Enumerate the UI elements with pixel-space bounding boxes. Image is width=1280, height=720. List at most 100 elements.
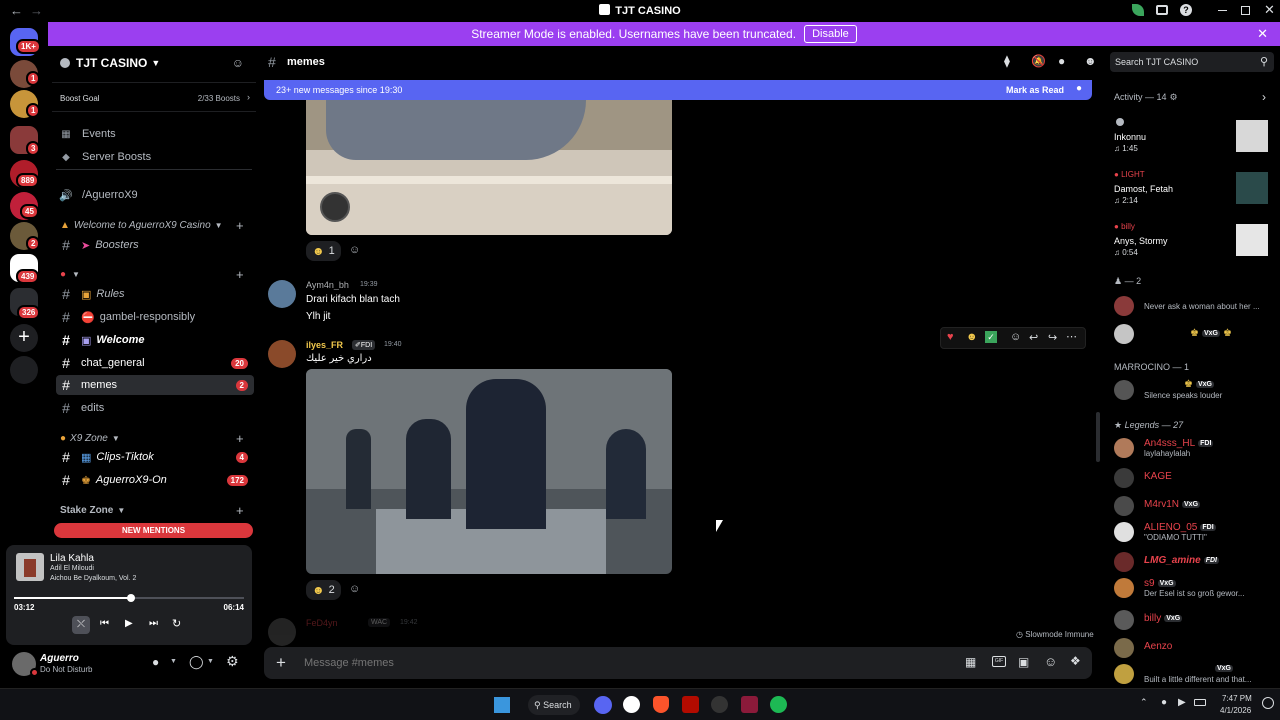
channel-chat-general[interactable]: # chat_general 20 <box>56 353 254 373</box>
add-channel-icon[interactable]: + <box>236 431 244 446</box>
user-name[interactable]: Aguerro <box>40 653 79 664</box>
activity-header[interactable]: Activity — 14 ⚙ <box>1114 92 1178 103</box>
wifi-icon[interactable]: ● <box>1161 697 1167 708</box>
add-server-icon[interactable]: + <box>10 324 38 352</box>
discord-taskbar-icon[interactable] <box>594 696 612 714</box>
member-6[interactable]: M4rv1N VxG <box>1114 494 1276 518</box>
search-input[interactable]: Search TJT CASINO ⚲ <box>1110 52 1274 72</box>
spotify-taskbar-icon[interactable] <box>770 696 787 713</box>
member-2[interactable]: ♚ VxG ♚ <box>1114 322 1276 346</box>
notification-bell-icon[interactable] <box>1262 697 1274 709</box>
message-scrollbar[interactable] <box>1096 412 1100 462</box>
previous-track-icon[interactable]: ⏮ <box>100 618 109 629</box>
brave-taskbar-icon[interactable] <box>653 696 669 713</box>
track-album[interactable]: Aichou Be Dyalkoum, Vol. 2 <box>50 575 136 582</box>
acrobat-taskbar-icon[interactable] <box>682 696 699 713</box>
category-stake-zone[interactable]: Stake Zone ▼ <box>60 505 125 516</box>
member-8[interactable]: LMG_amine FDI <box>1114 550 1276 574</box>
channel-memes[interactable]: # memes 2 <box>56 375 254 395</box>
upload-plus-icon[interactable]: + <box>276 653 286 673</box>
member-9[interactable]: s9 VxG Der Esel ist so groß gewor... <box>1114 576 1276 600</box>
repeat-icon[interactable]: ↻ <box>172 617 181 630</box>
dishwashing-photo-attachment[interactable] <box>306 369 672 574</box>
channel-edits[interactable]: # edits <box>56 398 254 418</box>
capcut-taskbar-icon[interactable] <box>741 696 758 713</box>
progress-knob[interactable] <box>127 594 136 602</box>
avatar[interactable] <box>268 280 296 308</box>
member-12[interactable]: VxG Built a little different and that... <box>1114 662 1276 686</box>
voice-channel-aguerrox9[interactable]: 🔊 /AguerroX9 <box>56 185 254 205</box>
close-window-icon[interactable]: ✕ <box>1264 2 1275 18</box>
track-artist[interactable]: Adil El Miloudi <box>50 565 94 572</box>
add-reaction-icon[interactable]: ☺ <box>349 244 360 256</box>
server-header[interactable]: TJT CASINO ▼ ☺ <box>60 54 250 72</box>
server-boosts-item[interactable]: ◆ Server Boosts <box>56 147 254 167</box>
activity-card-3[interactable]: ● billy Anys, Stormy ♫ 0:54 <box>1114 222 1274 262</box>
category-pin[interactable]: ● ▼ <box>60 269 80 280</box>
boost-goal[interactable]: Boost Goal 2/33 Boosts › <box>52 82 256 112</box>
channel-rules[interactable]: # ▣ Rules <box>56 284 254 304</box>
channel-welcome[interactable]: # ▣ Welcome <box>56 330 254 350</box>
inbox-icon[interactable] <box>1156 5 1168 15</box>
next-track-icon[interactable]: ⏭ <box>149 618 158 629</box>
message-input[interactable] <box>304 654 904 672</box>
chevron-down-icon[interactable]: ▼ <box>207 658 214 665</box>
threads-icon[interactable]: ⧫ <box>1004 54 1010 68</box>
events-item[interactable]: ▦ Events <box>56 124 254 144</box>
member-4[interactable]: An4sss_HL FDI laylahaylalah <box>1114 436 1276 460</box>
laugh-reaction[interactable]: ☻ 1 <box>306 241 341 261</box>
add-channel-icon[interactable]: + <box>236 503 244 518</box>
mark-as-read-button[interactable]: Mark as Read <box>1006 85 1064 95</box>
help-icon[interactable]: ? <box>1180 4 1192 16</box>
windows-start-icon[interactable] <box>494 697 510 713</box>
battery-icon[interactable] <box>1194 699 1206 706</box>
message-author[interactable]: ilyes_FR <box>306 340 343 350</box>
clock-date[interactable]: 4/1/2026 <box>1220 706 1251 715</box>
clock-time[interactable]: 7:47 PM <box>1222 694 1252 703</box>
member-7[interactable]: ALIENO_05 FDI "ODIAMO TUTTI" <box>1114 520 1276 544</box>
pigeon-image-attachment[interactable] <box>306 100 672 235</box>
member-3[interactable]: ♚ VxG Silence speaks louder <box>1114 378 1276 402</box>
taskbar-search[interactable]: ⚲ Search <box>528 695 580 715</box>
new-messages-bar[interactable]: 23+ new messages since 19:30 Mark as Rea… <box>264 80 1092 100</box>
apps-icon[interactable]: ❖ <box>1070 654 1081 668</box>
message-author[interactable]: FeD4yn <box>306 618 338 628</box>
member-5[interactable]: KAGE <box>1114 466 1276 490</box>
category-x9-zone[interactable]: ● X9 Zone ▼ <box>60 433 120 444</box>
channel-aguerrox9-on[interactable]: # ♚ AguerroX9-On 172 <box>56 470 254 490</box>
add-channel-icon[interactable]: + <box>236 218 244 233</box>
invite-people-icon[interactable]: ☺ <box>232 56 244 70</box>
pinned-messages-icon[interactable]: ● <box>1058 54 1065 68</box>
microphone-icon[interactable]: ● <box>152 655 159 669</box>
minimize-icon[interactable] <box>1218 10 1227 11</box>
sticker-icon[interactable]: ▣ <box>1018 655 1029 669</box>
maximize-icon[interactable] <box>1241 6 1250 15</box>
image-search-icon[interactable] <box>320 192 350 222</box>
mark-read-icon[interactable]: ● <box>1076 83 1082 94</box>
member-11[interactable]: Aenzo <box>1114 636 1276 660</box>
chevron-down-icon[interactable]: ▼ <box>170 658 177 665</box>
activity-card-1[interactable]: Inkonnu ♫ 1:45 <box>1114 116 1274 156</box>
laugh-reaction[interactable]: ☻ 2 <box>306 580 341 600</box>
close-banner-icon[interactable]: ✕ <box>1257 26 1268 42</box>
category-welcome[interactable]: ▲ Welcome to AguerroX9 Casino ▼ <box>60 220 223 231</box>
emoji-icon[interactable]: ☺ <box>1044 654 1057 669</box>
channel-boosters[interactable]: # ➤ Boosters <box>56 235 254 255</box>
headphones-icon[interactable]: ◯ <box>189 654 204 670</box>
settings-gear-icon[interactable]: ⚙ <box>226 653 239 670</box>
channel-clips-tiktok[interactable]: # ▦ Clips-Tiktok 4 <box>56 447 254 467</box>
gift-icon[interactable]: ▦ <box>965 655 976 669</box>
chevron-right-icon[interactable]: › <box>1262 90 1266 104</box>
add-reaction-icon[interactable]: ☺ <box>349 583 360 595</box>
notifications-icon[interactable]: 🔕 <box>1031 54 1046 68</box>
discover-icon[interactable] <box>10 356 38 384</box>
gif-icon[interactable]: GIF <box>992 656 1006 667</box>
channel-gambel-responsibly[interactable]: # ⛔ gambel-responsibly <box>56 307 254 327</box>
new-mentions-pill[interactable]: NEW MENTIONS <box>54 523 253 538</box>
avatar[interactable] <box>268 340 296 368</box>
member-list-icon[interactable]: ☻ <box>1084 54 1097 68</box>
message-author[interactable]: Aym4n_bh <box>306 280 349 290</box>
volume-icon[interactable]: ▶ <box>1178 697 1186 708</box>
app-taskbar-icon[interactable] <box>711 696 728 713</box>
github-taskbar-icon[interactable] <box>623 696 640 713</box>
